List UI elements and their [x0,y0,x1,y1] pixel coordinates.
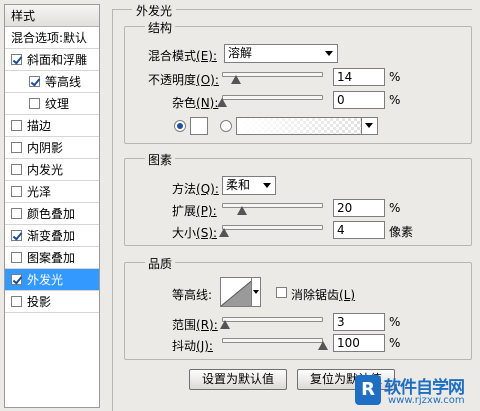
method-value: 柔和 [226,178,251,192]
antialias-checkbox[interactable] [276,287,287,298]
style-item-label: 纹理 [45,97,70,111]
style-item-checkbox[interactable] [29,76,40,87]
spread-label: 扩展(P): [172,204,217,218]
size-label: 大小(S): [172,226,218,240]
noise-unit: % [389,93,401,107]
style-item[interactable]: 斜面和浮雕 [5,49,99,71]
size-unit: 像素 [389,225,414,239]
contour-curve-icon [221,278,255,306]
size-input[interactable]: 4 [333,221,385,239]
size-slider-thumb[interactable] [219,228,230,237]
noise-input[interactable]: 0 [333,91,385,109]
style-item[interactable]: 图案叠加 [5,247,99,269]
style-item-label: 渐变叠加 [27,229,76,243]
chevron-down-icon [263,183,271,188]
jitter-input[interactable]: 100 [333,334,385,352]
style-item-checkbox[interactable] [11,274,22,285]
watermark-url: www.rjzxw.com [388,395,465,406]
opacity-slider-thumb[interactable] [231,75,242,84]
opacity-input[interactable]: 14 [333,68,385,86]
style-item-checkbox[interactable] [11,54,22,65]
style-item-checkbox[interactable] [11,164,22,175]
style-item[interactable]: 光泽 [5,181,99,203]
jitter-unit: % [389,336,401,350]
elements-legend: 图素 [145,151,176,168]
style-item-label: 内阴影 [27,141,64,155]
style-item[interactable]: 渐变叠加 [5,225,99,247]
style-item-checkbox[interactable] [29,98,40,109]
range-label: 范围(R): [172,318,218,332]
gradient-radio[interactable] [220,120,232,132]
quality-legend: 品质 [145,255,176,272]
style-item-label: 内发光 [27,163,64,177]
style-item-label: 外发光 [27,273,64,287]
style-item[interactable]: 等高线 [5,71,99,93]
structure-legend: 结构 [145,19,176,36]
blend-mode-select[interactable]: 溶解 [224,44,338,63]
style-item[interactable]: 描边 [5,115,99,137]
gradient-dropdown-arrow[interactable] [361,118,377,134]
opacity-unit: % [389,70,401,84]
style-item-label: 斜面和浮雕 [27,53,88,67]
contour-label: 等高线: [172,288,213,302]
jitter-label: 抖动(J): [172,339,213,353]
style-item[interactable]: 内阴影 [5,137,99,159]
style-item[interactable]: 颜色叠加 [5,203,99,225]
range-unit: % [389,315,401,329]
style-item-checkbox[interactable] [11,230,22,241]
styles-list: 样式 混合选项:默认 斜面和浮雕等高线纹理描边内阴影内发光光泽颜色叠加渐变叠加图… [4,4,100,408]
style-item-checkbox[interactable] [11,142,22,153]
spread-slider-thumb[interactable] [237,206,248,215]
style-item-label: 投影 [27,295,52,309]
range-slider-thumb[interactable] [220,320,231,329]
style-item-label: 描边 [27,119,52,133]
range-input[interactable]: 3 [333,313,385,331]
site-watermark: R 软件自学网 www.rjzxw.com [355,372,480,411]
color-radio[interactable] [174,120,186,132]
noise-label: 杂色(N): [172,96,219,110]
antialias-label[interactable]: 消除锯齿(L) [291,286,355,303]
make-default-button[interactable]: 设置为默认值 [189,369,287,390]
gradient-fade [237,118,377,134]
blend-options-item[interactable]: 混合选项:默认 [5,27,99,49]
method-label: 方法(Q): [172,182,219,196]
panel-frame-left [112,9,113,411]
contour-dropdown-button[interactable] [251,277,261,307]
method-select[interactable]: 柔和 [222,176,276,195]
style-item-checkbox[interactable] [11,186,22,197]
style-item[interactable]: 纹理 [5,93,99,115]
style-item-checkbox[interactable] [11,120,22,131]
style-item-checkbox[interactable] [11,252,22,263]
gradient-picker[interactable] [236,117,378,135]
jitter-slider[interactable] [222,338,323,343]
panel-title: 外发光 [132,2,177,19]
spread-unit: % [389,201,401,215]
chevron-down-icon [325,51,333,56]
watermark-logo-icon: R [355,375,381,405]
range-slider[interactable] [222,317,323,322]
style-item-label: 图案叠加 [27,251,76,265]
noise-slider-thumb[interactable] [217,98,227,107]
style-item[interactable]: 外发光 [5,269,99,291]
glow-color-swatch[interactable] [190,117,208,135]
size-slider[interactable] [222,225,323,230]
style-item[interactable]: 投影 [5,291,99,313]
blend-mode-label: 混合模式(E): [148,49,218,63]
style-item-label: 等高线 [45,75,82,89]
style-item-label: 光泽 [27,185,52,199]
spread-input[interactable]: 20 [333,199,385,217]
jitter-slider-thumb[interactable] [318,341,328,350]
style-item-label: 颜色叠加 [27,207,76,221]
style-item-checkbox[interactable] [11,208,22,219]
style-item-checkbox[interactable] [11,296,22,307]
opacity-label: 不透明度(O): [148,73,219,87]
style-item[interactable]: 内发光 [5,159,99,181]
noise-slider[interactable] [222,95,323,100]
blend-mode-value: 溶解 [228,46,253,60]
styles-header[interactable]: 样式 [5,5,99,27]
